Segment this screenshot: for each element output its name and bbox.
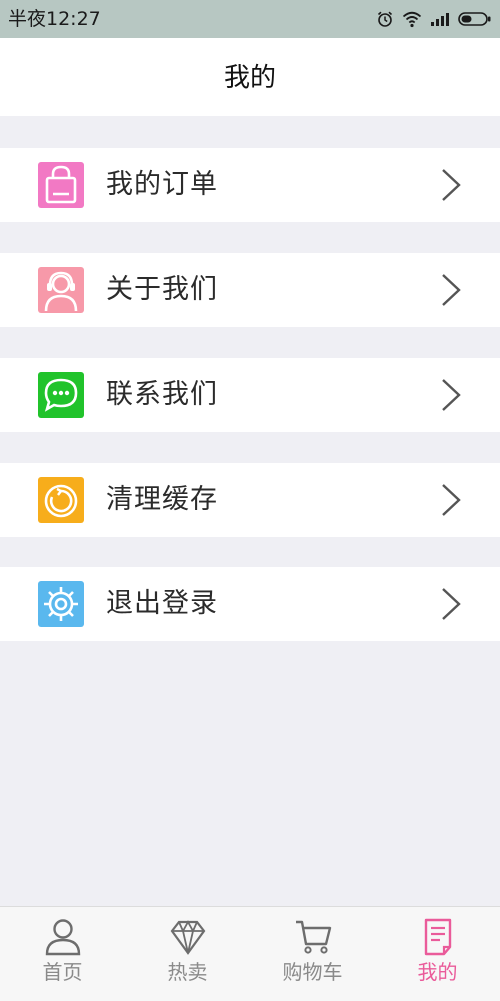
- menu-item-my-orders[interactable]: 我的订单: [0, 148, 500, 222]
- bag-icon: [38, 162, 84, 208]
- tab-label: 热卖: [167, 960, 208, 984]
- tab-cart[interactable]: 购物车: [250, 907, 375, 1001]
- chevron-right-icon: [440, 273, 462, 307]
- status-icons: [376, 8, 492, 30]
- header: 我的: [0, 38, 500, 116]
- wifi-icon: [402, 10, 422, 28]
- person-icon: [43, 917, 83, 957]
- menu-item-label: 关于我们: [106, 274, 218, 305]
- status-time: 半夜12:27: [8, 8, 101, 30]
- tab-hot-sale[interactable]: 热卖: [125, 907, 250, 1001]
- diamond-icon: [168, 917, 208, 957]
- tab-label: 购物车: [282, 960, 343, 984]
- tab-mine[interactable]: 我的: [375, 907, 500, 1001]
- tab-label: 我的: [417, 960, 458, 984]
- tab-label: 首页: [42, 960, 83, 984]
- chevron-right-icon: [440, 483, 462, 517]
- document-icon: [418, 917, 458, 957]
- menu-item-label: 清理缓存: [106, 484, 218, 515]
- settings-icon: [38, 581, 84, 627]
- menu-item-label: 我的订单: [106, 169, 218, 200]
- signal-icon: [430, 11, 450, 27]
- chevron-right-icon: [440, 378, 462, 412]
- menu-item-logout[interactable]: 退出登录: [0, 567, 500, 641]
- customer-service-icon: [38, 267, 84, 313]
- menu-item-about-us[interactable]: 关于我们: [0, 253, 500, 327]
- page-title: 我的: [223, 63, 276, 93]
- cart-icon: [293, 917, 333, 957]
- menu-item-label: 退出登录: [106, 588, 218, 619]
- tab-bar: 首页 热卖 购物车 我的: [0, 906, 500, 1001]
- menu-item-label: 联系我们: [106, 379, 218, 410]
- tab-home[interactable]: 首页: [0, 907, 125, 1001]
- menu-item-clear-cache[interactable]: 清理缓存: [0, 463, 500, 537]
- chevron-right-icon: [440, 587, 462, 621]
- status-bar: 半夜12:27: [0, 0, 500, 38]
- alarm-icon: [376, 10, 394, 28]
- battery-icon: [458, 11, 492, 27]
- clean-icon: [38, 477, 84, 523]
- chat-icon: [38, 372, 84, 418]
- menu-item-contact-us[interactable]: 联系我们: [0, 358, 500, 432]
- chevron-right-icon: [440, 168, 462, 202]
